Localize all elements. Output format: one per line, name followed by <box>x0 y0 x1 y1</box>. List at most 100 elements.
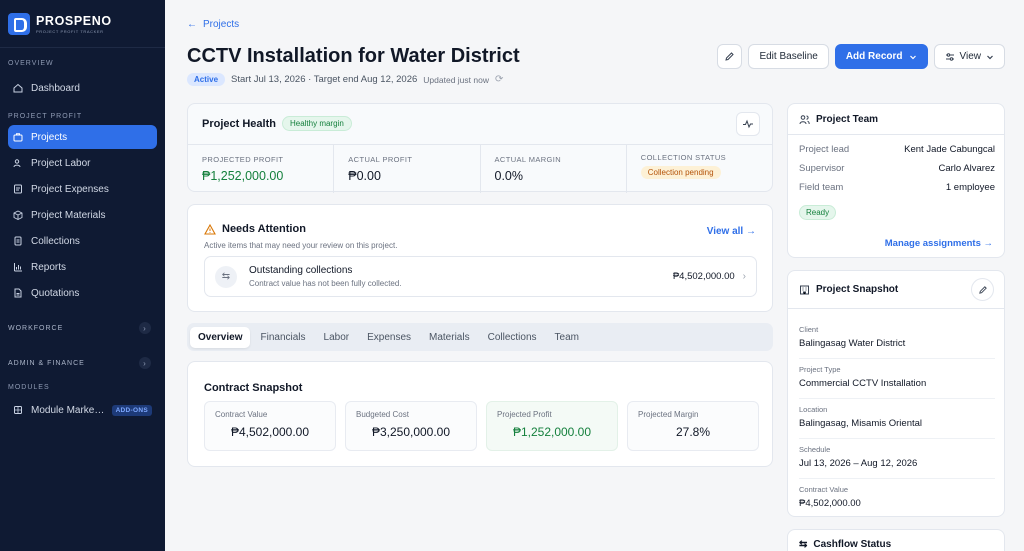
sidebar-item-module-marketplace[interactable]: Module Marke… ADD-ONS <box>8 398 157 422</box>
chevron-right-icon: › <box>742 271 746 282</box>
card-title: Project Team <box>816 114 879 125</box>
needs-attention-card: Needs Attention Active items that may ne… <box>187 204 773 312</box>
sidebar-item-collections[interactable]: Collections <box>8 229 157 253</box>
nav-group-label: WORKFORCE <box>8 324 64 332</box>
view-label: View <box>959 51 982 62</box>
metric-projected-profit: PROJECTED PROFIT ₱1,252,000.00 <box>188 145 335 193</box>
field-value: Jul 13, 2026 – Aug 12, 2026 <box>799 458 918 469</box>
sidebar-item-label: Dashboard <box>31 82 80 94</box>
project-snapshot-card: Project Snapshot Client Balingasag Water… <box>787 270 1005 517</box>
row-key: Project lead <box>799 144 850 155</box>
sidebar-item-label: Project Labor <box>31 157 91 169</box>
header-actions: Edit Baseline Add Record View <box>717 44 1005 69</box>
activity-icon <box>743 119 753 129</box>
nav-section-project-profit: PROJECT PROFIT <box>8 113 83 120</box>
tab-labor[interactable]: Labor <box>316 327 358 348</box>
project-dates: Start Jul 13, 2026 · Target end Aug 12, … <box>231 74 418 85</box>
chevron-right-icon: › <box>139 322 151 334</box>
snapshot-location: Location Balingasag, Misamis Oriental <box>799 405 995 439</box>
card-title: Project Health <box>202 117 276 130</box>
sidebar-item-dashboard[interactable]: Dashboard <box>8 76 157 100</box>
sidebar-item-reports[interactable]: Reports <box>8 255 157 279</box>
tab-materials[interactable]: Materials <box>421 327 478 348</box>
budgeted-cost-box: Budgeted Cost ₱3,250,000.00 <box>345 401 477 451</box>
add-record-label: Add Record <box>845 51 903 62</box>
sidebar-item-projects[interactable]: Projects <box>8 125 157 149</box>
view-all-label: View all <box>706 226 744 237</box>
edit-project-button[interactable] <box>717 44 743 69</box>
metric-label: ACTUAL MARGIN <box>494 155 562 164</box>
field-label: Client <box>799 325 819 334</box>
outstanding-collections-item[interactable]: ⇆ Outstanding collections Contract value… <box>204 256 757 297</box>
sidebar-item-label: Project Expenses <box>31 183 109 195</box>
row-value: Carlo Alvarez <box>938 163 996 174</box>
field-label: Contract Value <box>799 485 849 494</box>
swap-arrows-icon: ⇆ <box>215 265 237 288</box>
tab-team[interactable]: Team <box>547 327 587 348</box>
metric-value: 0.0% <box>494 169 524 183</box>
field-value: Commercial CCTV Installation <box>799 378 927 389</box>
arrow-right-icon: → <box>746 226 756 237</box>
addons-badge: ADD-ONS <box>111 404 152 416</box>
refresh-icon[interactable]: ⟳ <box>495 74 503 85</box>
tab-overview[interactable]: Overview <box>190 326 251 348</box>
tab-expenses[interactable]: Expenses <box>359 327 419 348</box>
manage-label: Manage assignments <box>884 238 981 249</box>
document-icon <box>13 236 23 246</box>
metric-label: PROJECTED PROFIT <box>202 155 284 164</box>
contract-snapshot-card: Contract Snapshot Contract Value ₱4,502,… <box>187 361 773 467</box>
swap-arrows-icon: ⇆ <box>799 539 808 550</box>
box-label: Contract Value <box>215 410 268 419</box>
chevron-down-icon <box>987 55 993 59</box>
pencil-icon <box>725 52 735 61</box>
sidebar-item-label: Collections <box>31 235 80 247</box>
health-activity-button[interactable] <box>736 112 760 136</box>
box-value: ₱4,502,000.00 <box>230 425 310 439</box>
box-value: ₱1,252,000.00 <box>512 425 592 439</box>
sidebar-item-project-materials[interactable]: Project Materials <box>8 203 157 227</box>
manage-assignments-link[interactable]: Manage assignments → <box>885 238 993 249</box>
item-title: Outstanding collections <box>249 265 353 276</box>
updated-text: Updated just now <box>423 74 489 85</box>
projected-profit-box: Projected Profit ₱1,252,000.00 <box>486 401 618 451</box>
card-title: Project Snapshot <box>816 284 899 295</box>
metric-actual-profit: ACTUAL PROFIT ₱0.00 <box>334 145 481 193</box>
box-value: ₱3,250,000.00 <box>371 425 451 439</box>
item-amount: ₱4,502,000.00 <box>672 271 735 282</box>
divider <box>788 308 1004 309</box>
people-icon <box>13 158 23 168</box>
metric-label: COLLECTION STATUS <box>640 153 727 162</box>
metric-actual-margin: ACTUAL MARGIN 0.0% <box>481 145 627 193</box>
box-icon <box>13 210 23 220</box>
chevron-right-icon: › <box>139 357 151 369</box>
view-menu-button[interactable]: View <box>933 44 1005 69</box>
tab-collections[interactable]: Collections <box>480 327 545 348</box>
back-link-label: Projects <box>203 19 240 30</box>
nav-group-workforce[interactable]: WORKFORCE › <box>0 317 165 339</box>
field-label: Project Type <box>799 365 841 374</box>
building-icon <box>800 285 809 295</box>
team-row-supervisor: Supervisor Carlo Alvarez <box>799 163 995 174</box>
main-content: ← Projects CCTV Installation for Water D… <box>165 0 1024 551</box>
sidebar-item-quotations[interactable]: Quotations <box>8 281 157 305</box>
sidebar-item-project-labor[interactable]: Project Labor <box>8 151 157 175</box>
sidebar: PROSPENO PROJECT PROFIT TRACKER OVERVIEW… <box>0 0 165 551</box>
snapshot-schedule: Schedule Jul 13, 2026 – Aug 12, 2026 <box>799 445 995 479</box>
view-all-link[interactable]: View all → <box>707 226 756 237</box>
field-label: Schedule <box>799 445 831 454</box>
add-record-button[interactable]: Add Record <box>834 44 928 69</box>
field-value: Balingasag, Misamis Oriental <box>799 418 923 429</box>
warning-icon <box>204 223 216 235</box>
box-label: Projected Margin <box>638 410 699 419</box>
nav-section-overview: OVERVIEW <box>8 60 54 67</box>
edit-baseline-button[interactable]: Edit Baseline <box>748 44 829 69</box>
tab-financials[interactable]: Financials <box>252 327 313 348</box>
brand-logo[interactable]: PROSPENO PROJECT PROFIT TRACKER <box>0 0 165 48</box>
back-to-projects-link[interactable]: ← Projects <box>187 19 239 30</box>
nav-group-admin-finance[interactable]: ADMIN & FINANCE › <box>0 352 165 374</box>
field-value: ₱4,502,000.00 <box>799 498 861 509</box>
sidebar-item-project-expenses[interactable]: Project Expenses <box>8 177 157 201</box>
card-subtitle: Active items that may need your review o… <box>204 241 398 250</box>
row-value: 1 employee <box>945 182 995 193</box>
edit-snapshot-button[interactable] <box>971 278 994 301</box>
